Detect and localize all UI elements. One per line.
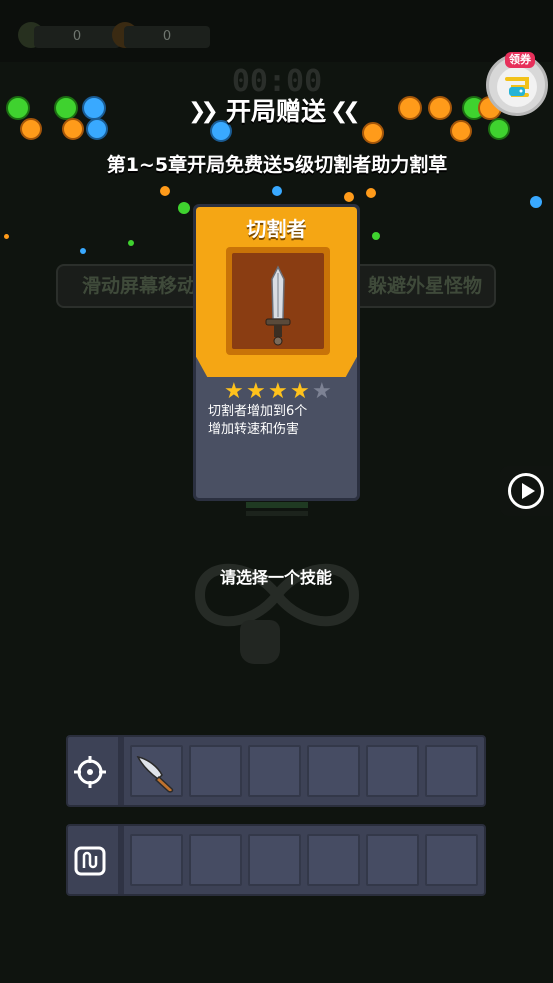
target-icon (68, 737, 118, 805)
kill-counter: 0 (34, 26, 120, 48)
card-pedestal (246, 502, 308, 518)
weapon-slot[interactable] (130, 745, 183, 797)
weapon-slot[interactable] (248, 745, 301, 797)
weapon-slot[interactable] (307, 745, 360, 797)
row-divider (118, 737, 124, 805)
video-button[interactable] (500, 466, 553, 516)
gamepad-icon (497, 67, 537, 107)
play-icon (508, 473, 544, 509)
star-filled-icon: ★ (290, 379, 310, 404)
skill-name: 切割者 (246, 217, 307, 241)
hint-move: 滑动屏幕移动 (56, 264, 206, 308)
passive-slot[interactable] (189, 834, 242, 886)
star-filled-icon: ★ (246, 379, 266, 404)
row-divider (118, 826, 124, 894)
passive-slot[interactable] (248, 834, 301, 886)
gold-counter: 0 (124, 26, 210, 48)
skill-desc-line1: 切割者增加到6个 (208, 404, 308, 419)
passive-slot-row (66, 824, 486, 896)
sword-icon (232, 253, 324, 349)
weapon-slot[interactable] (189, 745, 242, 797)
knife-icon (132, 747, 181, 799)
coupon-badge: 领券 (505, 52, 535, 68)
passive-slot[interactable] (425, 834, 478, 886)
skill-card[interactable]: 切割者 ★ ★ ★ ★ ★ 切割者增加到6个 增加转速和伤害 (193, 204, 360, 501)
magnet-icon (68, 826, 118, 894)
skill-stars: ★ ★ ★ ★ ★ (222, 379, 342, 404)
weapon-slot-row (66, 735, 486, 807)
passive-slot[interactable] (307, 834, 360, 886)
skill-description: 切割者增加到6个 增加转速和伤害 (208, 403, 348, 439)
star-empty-icon: ★ (312, 379, 332, 404)
weapon-slot[interactable] (425, 745, 478, 797)
hint-dodge: 躲避外星怪物 (340, 264, 496, 308)
card-header: 切割者 (196, 207, 357, 377)
skill-desc-line2: 增加转速和伤害 (208, 422, 300, 437)
passive-slot[interactable] (366, 834, 419, 886)
hud-bar: 0 0 (0, 0, 553, 62)
choose-skill-prompt: 请选择一个技能 (219, 568, 332, 587)
star-filled-icon: ★ (268, 379, 288, 404)
star-filled-icon: ★ (224, 379, 244, 404)
chevron-left-icon: ❮❮ (330, 99, 361, 124)
weapon-slot[interactable] (366, 745, 419, 797)
hand-pointer-icon (240, 620, 280, 664)
gift-subtitle: 第1~5章开局免费送5级切割者助力割草 (106, 154, 448, 176)
passive-slot[interactable] (130, 834, 183, 886)
